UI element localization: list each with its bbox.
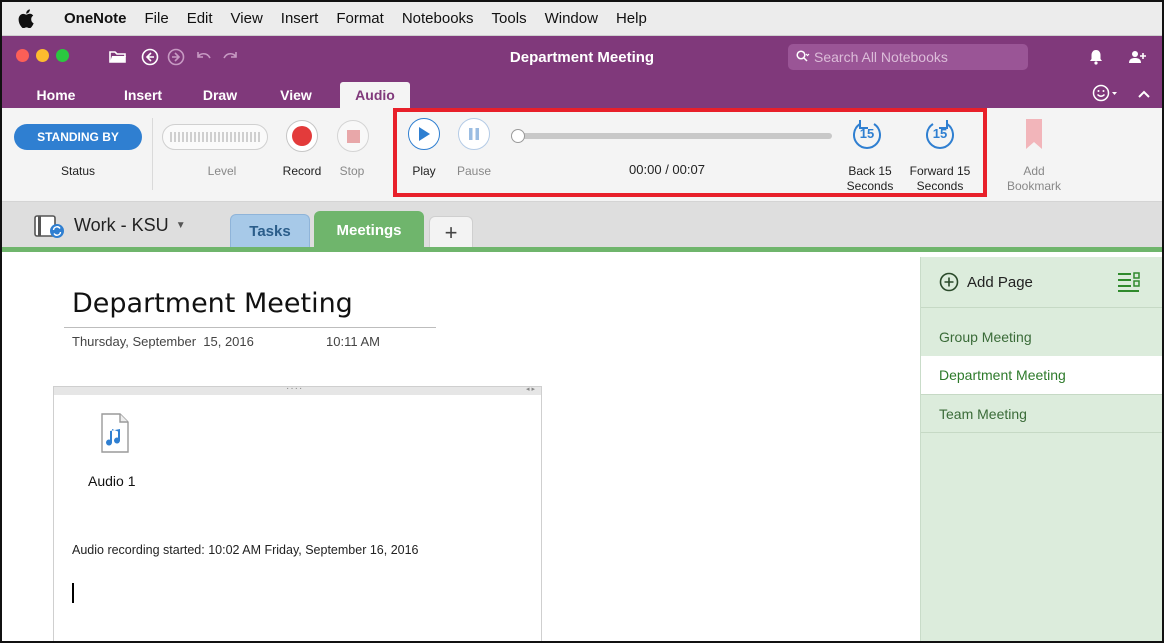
back-arrow-icon[interactable] (138, 45, 162, 69)
level-meter (162, 124, 268, 150)
tab-audio[interactable]: Audio (340, 82, 410, 108)
zoom-window-button[interactable] (56, 49, 69, 62)
back-15-label-line2: Seconds (846, 179, 894, 193)
stop-label: Stop (339, 164, 365, 178)
app-window: OneNote File Edit View Insert Format Not… (0, 0, 1164, 643)
undo-icon[interactable] (192, 45, 216, 69)
apple-icon[interactable] (2, 9, 50, 28)
pause-button[interactable] (458, 118, 490, 150)
status-badge: STANDING BY (14, 124, 142, 150)
forward-arrow-icon[interactable] (164, 45, 188, 69)
folder-icon[interactable] (106, 45, 130, 69)
notebook-bar: Work - KSU ▼ Tasks Meetings + (2, 202, 1162, 252)
text-cursor (72, 583, 74, 603)
tab-view[interactable]: View (270, 82, 322, 108)
add-bookmark-label-line1: Add (1023, 164, 1045, 178)
search-icon (796, 49, 810, 65)
playback-time: 00:00 / 00:07 (629, 162, 705, 177)
search-placeholder: Search All Notebooks (814, 49, 948, 65)
redo-icon[interactable] (218, 45, 242, 69)
back-15-label-line1: Back 15 (848, 164, 892, 178)
section-tab-meetings[interactable]: Meetings (314, 211, 424, 249)
page-title-underline (64, 327, 436, 328)
search-notebooks-input[interactable]: Search All Notebooks (788, 44, 1028, 70)
notebook-name: Work - KSU (74, 214, 169, 235)
level-label: Level (207, 164, 237, 178)
forward-15-icon-text: 15 (932, 126, 948, 141)
page-item-department-meeting[interactable]: Department Meeting (921, 356, 1162, 394)
tab-home[interactable]: Home (28, 82, 84, 108)
stop-button[interactable] (337, 120, 369, 152)
section-tab-tasks[interactable]: Tasks (230, 214, 310, 247)
menu-help[interactable]: Help (607, 10, 656, 27)
smiley-feedback-icon[interactable] (1092, 82, 1126, 104)
playback-progress-track[interactable] (514, 133, 832, 139)
page-list-options-icon[interactable] (1117, 271, 1141, 293)
play-icon (419, 127, 430, 141)
note-container[interactable]: ···· ◂ ▸ Audio 1 Audio recording started… (53, 383, 542, 641)
minimize-window-button[interactable] (36, 49, 49, 62)
record-icon (292, 126, 312, 146)
stop-icon (346, 129, 360, 143)
tab-insert[interactable]: Insert (112, 82, 174, 108)
panel-divider (921, 307, 1162, 308)
menu-insert[interactable]: Insert (272, 10, 328, 27)
play-button[interactable] (408, 118, 440, 150)
menu-bar: OneNote File Edit View Insert Format Not… (2, 2, 1162, 36)
menu-window[interactable]: Window (536, 10, 607, 27)
container-drag-handle[interactable]: ···· (286, 383, 303, 394)
pages-panel: Add Page Group Meeting Department Meetin… (920, 257, 1162, 641)
notebook-sync-icon (32, 211, 70, 239)
audio-ribbon: STANDING BY Status Level Record Stop Pla… (2, 108, 1162, 202)
playback-progress-thumb[interactable] (511, 129, 525, 143)
audio-file-attachment[interactable] (100, 413, 130, 453)
add-section-button[interactable]: + (429, 216, 473, 249)
menu-app-onenote[interactable]: OneNote (50, 10, 136, 27)
add-bookmark-label-line2: Bookmark (1006, 179, 1062, 193)
menu-edit[interactable]: Edit (178, 10, 222, 27)
menu-view[interactable]: View (222, 10, 272, 27)
recording-note: Audio recording started: 10:02 AM Friday… (72, 543, 419, 557)
menu-file[interactable]: File (136, 10, 178, 27)
bookmark-icon (1026, 119, 1042, 149)
container-resize-handle[interactable]: ◂ ▸ (526, 385, 535, 393)
status-label: Status (60, 164, 96, 178)
pause-label: Pause (456, 164, 492, 178)
page-item-group-meeting[interactable]: Group Meeting (921, 318, 1162, 356)
audio-file-name: Audio 1 (88, 473, 136, 489)
tab-draw[interactable]: Draw (194, 82, 246, 108)
play-label: Play (412, 164, 436, 178)
add-bookmark-button[interactable] (1024, 118, 1044, 150)
share-person-icon[interactable] (1126, 45, 1150, 69)
page-separator (921, 432, 1162, 433)
add-page-button[interactable]: Add Page (939, 269, 1033, 295)
ribbon-divider (152, 118, 153, 190)
page-item-team-meeting[interactable]: Team Meeting (921, 395, 1162, 433)
title-bar: Department Meeting Search All Notebooks (2, 36, 1162, 80)
forward-15-label-line1: Forward 15 (909, 164, 971, 178)
page-date: Thursday, September 15, 2016 (72, 334, 254, 349)
menu-notebooks[interactable]: Notebooks (393, 10, 483, 27)
menu-tools[interactable]: Tools (483, 10, 536, 27)
container-handle-bar[interactable]: ···· ◂ ▸ (54, 383, 541, 395)
page-time: 10:11 AM (326, 334, 380, 349)
add-circle-icon (939, 272, 959, 292)
notification-bell-icon[interactable] (1084, 45, 1108, 69)
ribbon-tab-bar: Home Insert Draw View Audio (2, 80, 1162, 108)
record-button[interactable] (286, 120, 318, 152)
pause-icon (469, 128, 479, 140)
collapse-ribbon-icon[interactable] (1134, 84, 1154, 104)
audio-file-icon (101, 413, 129, 453)
back-15-icon-text: 15 (859, 126, 875, 141)
menu-format[interactable]: Format (327, 10, 393, 27)
page-title[interactable]: Department Meeting (72, 288, 353, 319)
forward-15-label-line2: Seconds (916, 179, 964, 193)
notebook-switcher[interactable]: Work - KSU ▼ (32, 210, 186, 240)
add-page-label: Add Page (967, 273, 1033, 291)
chevron-down-icon: ▼ (175, 219, 186, 231)
page-canvas[interactable]: Department Meeting Thursday, September 1… (2, 252, 920, 641)
close-window-button[interactable] (16, 49, 29, 62)
